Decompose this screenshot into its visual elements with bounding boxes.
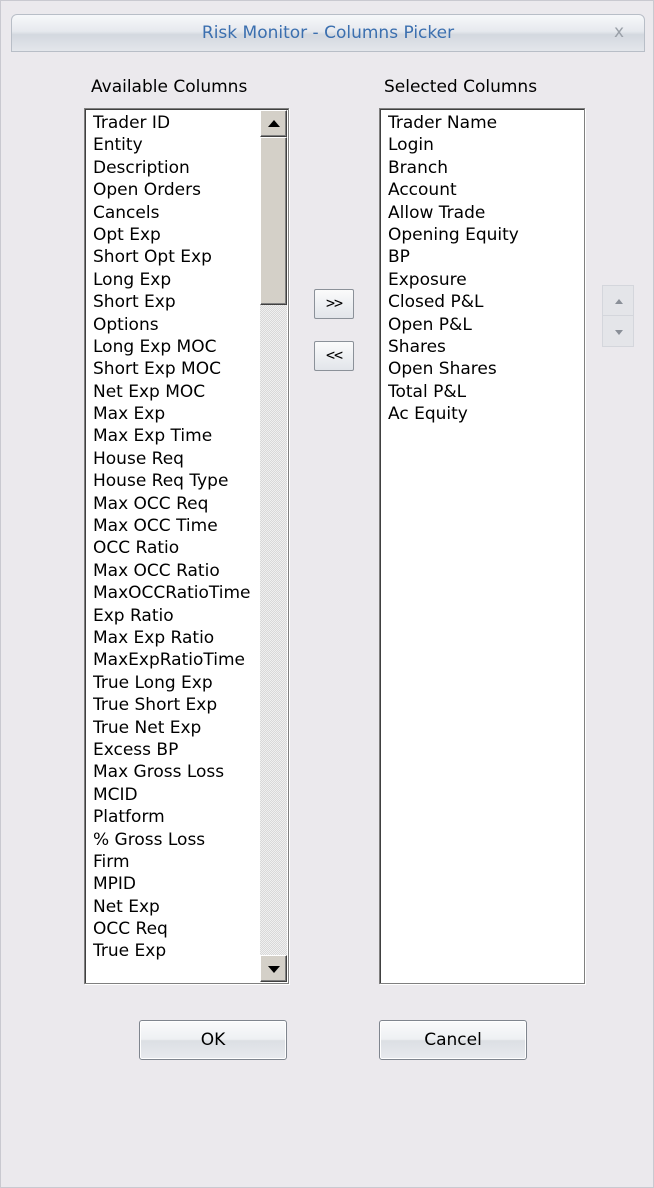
- list-item[interactable]: Closed P&L: [388, 291, 583, 313]
- dialog-body: Available Columns Selected Columns Trade…: [11, 52, 645, 1179]
- list-item[interactable]: Max OCC Req: [93, 493, 259, 515]
- list-item[interactable]: Platform: [93, 806, 259, 828]
- list-item[interactable]: MPID: [93, 873, 259, 895]
- cancel-button[interactable]: Cancel: [379, 1020, 527, 1060]
- list-item[interactable]: Opt Exp: [93, 224, 259, 246]
- list-item[interactable]: Account: [388, 179, 583, 201]
- list-item[interactable]: Long Exp MOC: [93, 336, 259, 358]
- list-item[interactable]: Open Orders: [93, 179, 259, 201]
- close-icon[interactable]: x: [608, 21, 630, 43]
- list-item[interactable]: Short Opt Exp: [93, 246, 259, 268]
- list-item[interactable]: House Req: [93, 448, 259, 470]
- list-item[interactable]: Branch: [388, 157, 583, 179]
- remove-column-button[interactable]: <<: [314, 341, 354, 371]
- list-item[interactable]: Exposure: [388, 269, 583, 291]
- available-columns-label: Available Columns: [91, 77, 248, 97]
- list-item[interactable]: True Net Exp: [93, 717, 259, 739]
- list-item[interactable]: Login: [388, 134, 583, 156]
- list-item[interactable]: Open P&L: [388, 314, 583, 336]
- list-item[interactable]: MCID: [93, 784, 259, 806]
- list-item[interactable]: Allow Trade: [388, 202, 583, 224]
- list-item[interactable]: Opening Equity: [388, 224, 583, 246]
- list-item[interactable]: MaxExpRatioTime: [93, 649, 259, 671]
- triangle-down-icon: [615, 330, 623, 335]
- list-item[interactable]: OCC Ratio: [93, 537, 259, 559]
- list-item[interactable]: Net Exp MOC: [93, 381, 259, 403]
- window-title: Risk Monitor - Columns Picker: [201, 23, 455, 43]
- list-item[interactable]: Total P&L: [388, 381, 583, 403]
- move-up-button[interactable]: [602, 285, 634, 317]
- add-column-button[interactable]: >>: [314, 289, 354, 319]
- list-item[interactable]: Entity: [93, 134, 259, 156]
- list-item[interactable]: BP: [388, 246, 583, 268]
- list-item[interactable]: MaxOCCRatioTime: [93, 582, 259, 604]
- triangle-up-icon: [268, 120, 280, 127]
- selected-columns-list[interactable]: Trader Name Login Branch Account Allow Trade…: [379, 108, 585, 984]
- list-item[interactable]: Description: [93, 157, 259, 179]
- list-item[interactable]: True Long Exp: [93, 672, 259, 694]
- list-item[interactable]: Long Exp: [93, 269, 259, 291]
- scrollbar-thumb[interactable]: [260, 137, 287, 305]
- list-item[interactable]: OCC Req: [93, 918, 259, 940]
- list-item[interactable]: True Short Exp: [93, 694, 259, 716]
- scroll-down-button[interactable]: [260, 955, 287, 982]
- available-columns-items: Trader ID Entity Description Open Orders Can…: [93, 112, 259, 963]
- columns-picker-dialog: Risk Monitor - Columns Picker x Availabl…: [0, 0, 654, 1188]
- list-item[interactable]: Open Shares: [388, 358, 583, 380]
- list-item[interactable]: Exp Ratio: [93, 605, 259, 627]
- list-item[interactable]: Ac Equity: [388, 403, 583, 425]
- selected-columns-items: Trader Name Login Branch Account Allow Trade…: [388, 112, 583, 425]
- list-item[interactable]: Cancels: [93, 202, 259, 224]
- list-item[interactable]: Max Exp Time: [93, 425, 259, 447]
- ok-button[interactable]: OK: [139, 1020, 287, 1060]
- list-item[interactable]: Max Exp: [93, 403, 259, 425]
- list-item[interactable]: Short Exp MOC: [93, 358, 259, 380]
- scroll-up-button[interactable]: [260, 110, 287, 137]
- list-item[interactable]: Shares: [388, 336, 583, 358]
- selected-columns-label: Selected Columns: [384, 77, 538, 97]
- triangle-down-icon: [268, 966, 280, 973]
- list-item[interactable]: Trader ID: [93, 112, 259, 134]
- list-item[interactable]: Excess BP: [93, 739, 259, 761]
- list-item[interactable]: True Exp: [93, 940, 259, 962]
- list-item[interactable]: Max Exp Ratio: [93, 627, 259, 649]
- list-item[interactable]: Trader Name: [388, 112, 583, 134]
- list-item[interactable]: Options: [93, 314, 259, 336]
- list-item[interactable]: % Gross Loss: [93, 829, 259, 851]
- list-item[interactable]: Net Exp: [93, 896, 259, 918]
- list-item[interactable]: Max Gross Loss: [93, 761, 259, 783]
- title-bar[interactable]: Risk Monitor - Columns Picker x: [11, 14, 645, 52]
- list-item[interactable]: House Req Type: [93, 470, 259, 492]
- list-item[interactable]: Short Exp: [93, 291, 259, 313]
- move-down-button[interactable]: [602, 315, 634, 347]
- available-columns-list[interactable]: Trader ID Entity Description Open Orders Can…: [84, 108, 289, 984]
- list-item[interactable]: Max OCC Time: [93, 515, 259, 537]
- available-list-scrollbar[interactable]: [260, 110, 287, 982]
- list-item[interactable]: Max OCC Ratio: [93, 560, 259, 582]
- list-item[interactable]: Firm: [93, 851, 259, 873]
- triangle-up-icon: [615, 299, 623, 304]
